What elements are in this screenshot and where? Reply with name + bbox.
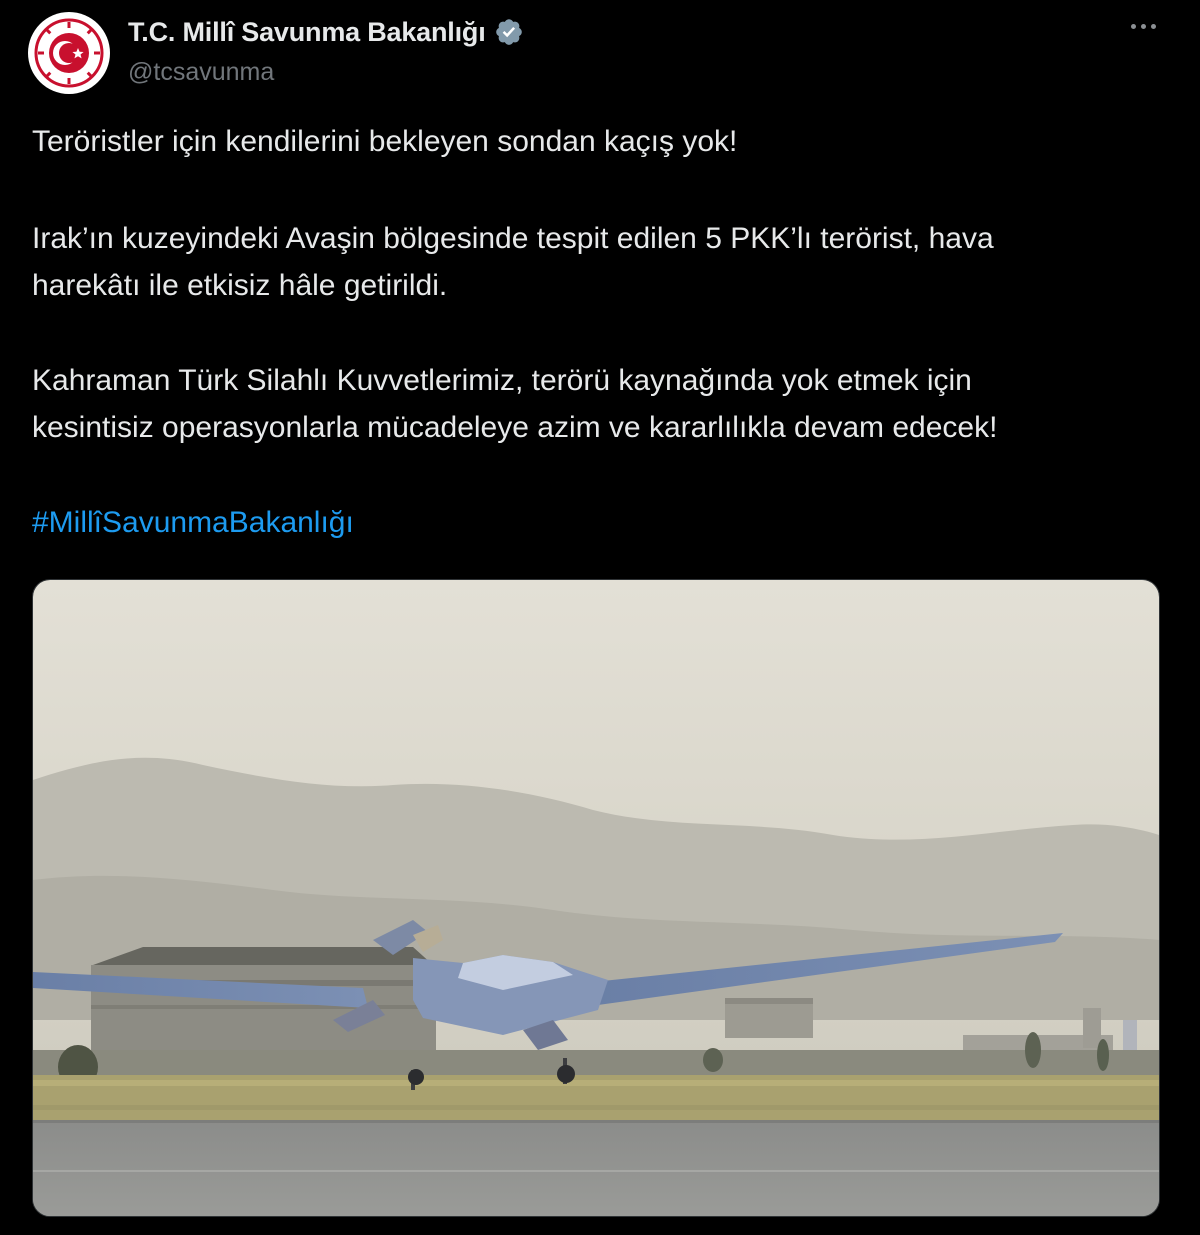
author-handle[interactable]: @tcsavunma	[128, 58, 524, 87]
more-dot	[1151, 24, 1156, 29]
author-name-row: T.C. Millî Savunma Bakanlığı	[128, 14, 524, 50]
hashtag-link[interactable]: #MillîSavunmaBakanlığı	[32, 506, 354, 539]
verified-badge-icon[interactable]	[494, 17, 524, 47]
tweet-media-video[interactable]	[32, 579, 1160, 1217]
avatar[interactable]	[28, 12, 110, 94]
more-options-icon[interactable]	[1127, 16, 1160, 37]
tweet-paragraph: kesintisiz operasyonlarla mücadeleye azi…	[32, 411, 998, 444]
author-display-name[interactable]: T.C. Millî Savunma Bakanlığı	[128, 17, 486, 48]
tweet-paragraph: Teröristler için kendilerini bekleyen so…	[32, 125, 738, 158]
tweet: T.C. Millî Savunma Bakanlığı @tcsavunma …	[0, 0, 1200, 1235]
tweet-text: Teröristler için kendilerini bekleyen so…	[32, 118, 1172, 546]
tweet-paragraph: harekâtı ile etkisiz hâle getirildi.	[32, 269, 448, 302]
author-info: T.C. Millî Savunma Bakanlığı @tcsavunma	[128, 14, 524, 87]
drone-takeoff-image	[33, 580, 1159, 1216]
ministry-emblem-icon	[29, 13, 109, 93]
tweet-paragraph: Kahraman Türk Silahlı Kuvvetlerimiz, ter…	[32, 364, 972, 397]
tweet-paragraph: Irak’ın kuzeyindeki Avaşin bölgesinde te…	[32, 222, 994, 255]
more-dot	[1131, 24, 1136, 29]
more-dot	[1141, 24, 1146, 29]
